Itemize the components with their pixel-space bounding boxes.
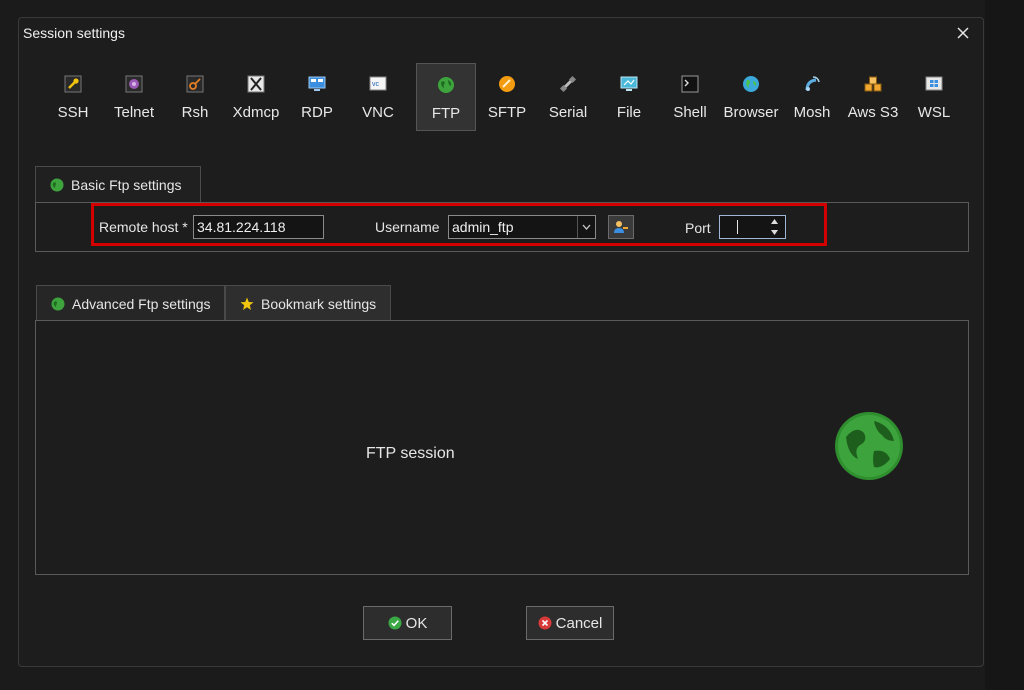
protocol-telnet[interactable]: Telnet <box>104 63 164 131</box>
globe-icon <box>438 77 454 93</box>
protocol-file[interactable]: File <box>599 63 659 131</box>
protocol-label: Aws S3 <box>847 104 899 121</box>
tab-basic-ftp-settings[interactable]: Basic Ftp settings <box>35 166 201 202</box>
telnet-icon <box>125 75 143 93</box>
earth-icon <box>743 76 759 92</box>
x-icon <box>247 75 265 93</box>
protocol-mosh[interactable]: Mosh <box>782 63 842 131</box>
protocol-label: Telnet <box>113 104 155 121</box>
username-dropdown-button[interactable] <box>577 216 595 238</box>
protocol-label: WSL <box>917 104 951 121</box>
session-description: FTP session <box>366 445 455 462</box>
cancel-label: Cancel <box>555 614 603 632</box>
protocol-serial[interactable]: Serial <box>538 63 598 131</box>
port-decrement-button[interactable] <box>767 227 781 238</box>
ok-button[interactable]: OK <box>363 606 452 640</box>
port-increment-button[interactable] <box>767 216 781 227</box>
satellite-icon <box>559 75 577 93</box>
protocol-label: RDP <box>301 104 333 121</box>
cubes-icon <box>864 76 882 92</box>
protocol-browser[interactable]: Browser <box>721 63 781 131</box>
close-button[interactable] <box>949 20 977 46</box>
title-bar: Session settings <box>19 18 983 48</box>
tab-advanced-ftp-settings[interactable]: Advanced Ftp settings <box>36 285 225 321</box>
session-settings-dialog: Session settings SSH Telnet Rsh Xdmcp RD… <box>18 17 984 667</box>
remote-host-input[interactable] <box>193 215 324 239</box>
session-info-panel <box>35 320 969 575</box>
svg-text:vc: vc <box>372 81 380 88</box>
protocol-aws-s3[interactable]: Aws S3 <box>843 63 903 131</box>
caret-down-icon <box>770 230 778 235</box>
protocol-wsl[interactable]: WSL <box>904 63 964 131</box>
wrench-key-icon <box>64 75 82 93</box>
protocol-label: Mosh <box>793 104 831 121</box>
protocol-vnc[interactable]: vc VNC <box>348 63 408 131</box>
star-icon <box>240 297 254 310</box>
globe-icon <box>50 178 64 191</box>
protocol-rsh[interactable]: Rsh <box>165 63 225 131</box>
protocol-label: FTP <box>431 105 461 122</box>
protocol-label: Shell <box>673 104 707 121</box>
windows-icon <box>925 76 943 91</box>
protocol-rdp[interactable]: RDP <box>287 63 347 131</box>
caret-up-icon <box>770 219 778 224</box>
cancel-button[interactable]: Cancel <box>526 606 614 640</box>
protocol-label: Browser <box>723 104 779 121</box>
protocol-label: SFTP <box>487 104 527 121</box>
protocol-label: Serial <box>548 104 588 121</box>
antenna-icon <box>805 76 820 91</box>
cancel-circle-icon <box>538 616 552 630</box>
chevron-down-icon <box>582 224 591 230</box>
tab-label: Bookmark settings <box>261 295 377 312</box>
username-combobox[interactable] <box>448 215 596 239</box>
globe-icon <box>835 412 903 480</box>
window-title: Session settings <box>23 25 125 41</box>
username-label: Username <box>375 219 440 235</box>
globe-icon <box>51 297 65 310</box>
protocol-label: VNC <box>362 104 394 121</box>
sftp-icon <box>499 76 515 92</box>
tab-label: Basic Ftp settings <box>71 176 182 193</box>
protocol-shell[interactable]: Shell <box>660 63 720 131</box>
rdp-monitor-icon <box>308 76 326 91</box>
user-manager-button[interactable] <box>608 215 634 239</box>
text-cursor <box>737 220 738 234</box>
desktop-background <box>985 0 1024 690</box>
protocol-label: SSH <box>57 104 89 121</box>
port-label: Port <box>685 220 711 236</box>
protocol-label: Xdmcp <box>232 104 280 121</box>
protocol-label: File <box>616 104 642 121</box>
rsh-icon <box>186 75 204 93</box>
check-circle-icon <box>388 616 402 630</box>
remote-host-label: Remote host * <box>99 219 188 235</box>
protocol-ftp[interactable]: FTP <box>416 63 476 131</box>
terminal-icon <box>681 75 699 93</box>
user-key-icon <box>614 221 628 233</box>
protocol-sftp[interactable]: SFTP <box>477 63 537 131</box>
tab-bookmark-settings[interactable]: Bookmark settings <box>225 285 391 321</box>
protocol-xdmcp[interactable]: Xdmcp <box>226 63 286 131</box>
vnc-icon: vc <box>369 76 387 91</box>
close-icon <box>957 27 969 39</box>
ok-label: OK <box>405 614 428 632</box>
file-monitor-icon <box>620 76 638 91</box>
protocol-label: Rsh <box>181 104 209 121</box>
tab-label: Advanced Ftp settings <box>72 295 211 312</box>
protocol-ssh[interactable]: SSH <box>43 63 103 131</box>
